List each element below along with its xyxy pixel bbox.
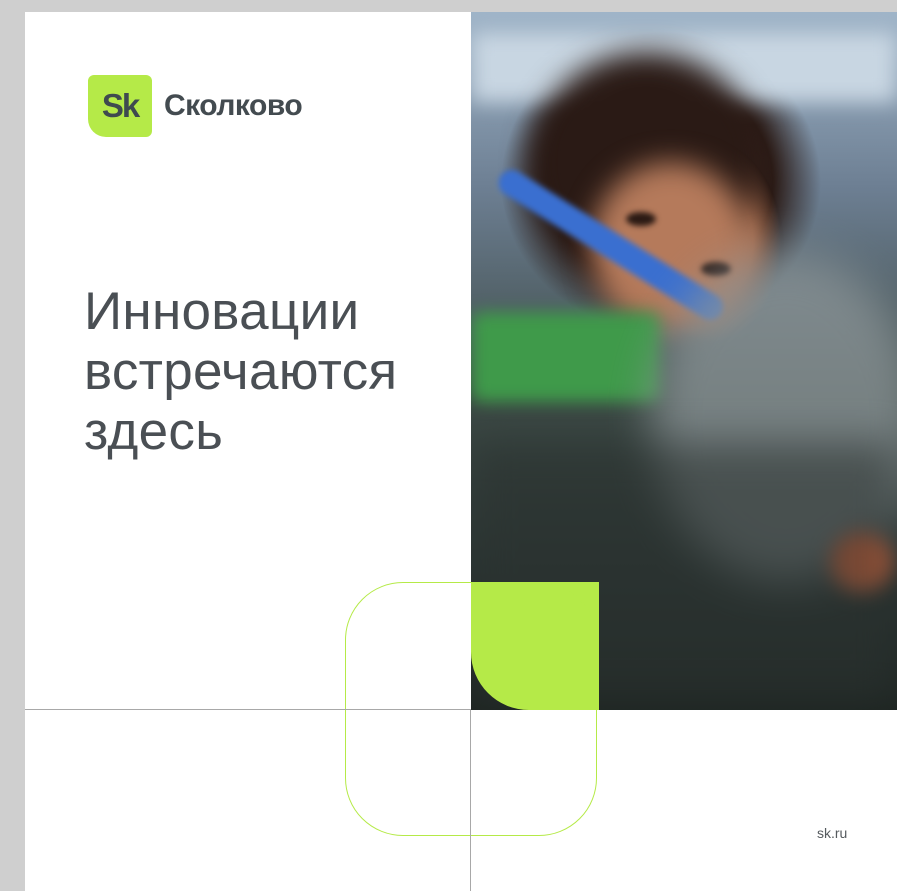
divider-horizontal — [25, 709, 471, 710]
headline-line-1: Инновации — [84, 282, 360, 341]
headline-line-3: здесь — [84, 402, 224, 461]
logo-wordmark: Сколково — [164, 89, 303, 122]
poster-card: Sk Сколково Инновации встречаются здесь … — [25, 12, 897, 891]
page-title: Инновации встречаются здесь — [84, 282, 397, 462]
website-link[interactable]: sk.ru — [817, 825, 847, 841]
photo-board-green — [471, 312, 661, 402]
divider-vertical — [470, 709, 471, 891]
skolkovo-logo[interactable]: Sk Сколково — [88, 75, 303, 137]
logo-mark-icon: Sk — [88, 75, 152, 137]
headline-line-2: встречаются — [84, 342, 398, 401]
photo-eye-left — [626, 212, 656, 226]
